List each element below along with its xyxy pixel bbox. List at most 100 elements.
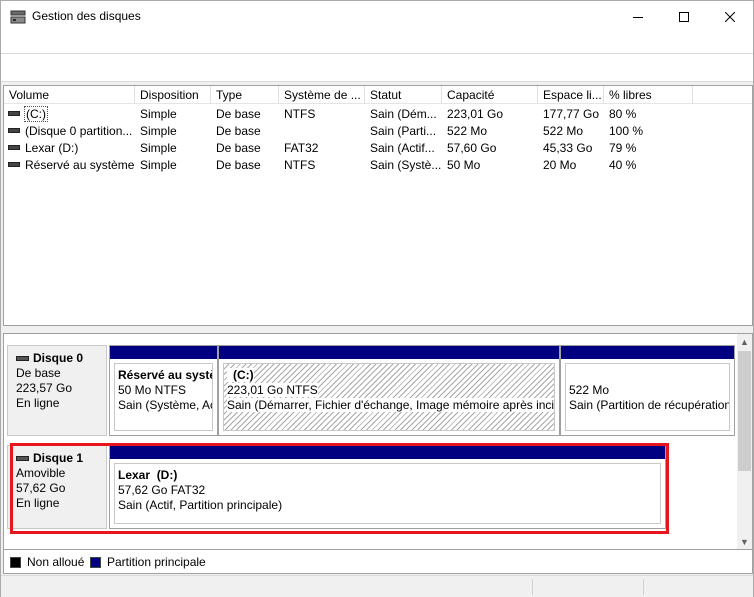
column-header-free-space[interactable]: Espace li... bbox=[538, 86, 604, 104]
minimize-button[interactable] bbox=[615, 1, 661, 32]
partition-band bbox=[219, 346, 559, 359]
volume-status: Sain (Actif... bbox=[370, 141, 435, 155]
legend: Non alloué Partition principale bbox=[3, 550, 753, 574]
volume-status: Sain (Parti... bbox=[370, 124, 437, 138]
scroll-up-button[interactable]: ▲ bbox=[737, 334, 752, 349]
volume-name: Lexar (D:) bbox=[25, 141, 79, 155]
volume-free-space: 20 Mo bbox=[543, 158, 577, 172]
partition-system-reserved[interactable]: Réservé au systè 50 Mo NTFS Sain (Systèm… bbox=[109, 345, 218, 436]
volume-type: De base bbox=[216, 124, 261, 138]
column-header-status[interactable]: Statut bbox=[365, 86, 442, 104]
column-header-type[interactable]: Type bbox=[211, 86, 279, 104]
volume-filesystem: FAT32 bbox=[284, 141, 319, 155]
legend-label: Partition principale bbox=[107, 555, 206, 569]
partition-size-fs: 50 Mo NTFS bbox=[118, 383, 187, 397]
partition-size-fs: 57,62 Go FAT32 bbox=[118, 483, 206, 497]
maximize-button[interactable] bbox=[661, 1, 707, 32]
scroll-down-button[interactable]: ▼ bbox=[737, 534, 752, 549]
disk-row-0[interactable]: Disque 0 De base 223,57 Go En ligne Rése… bbox=[5, 345, 737, 438]
volume-percent-free: 79 % bbox=[609, 141, 637, 155]
maximize-icon bbox=[679, 11, 689, 22]
disk-state: En ligne bbox=[16, 396, 60, 410]
disk-icon bbox=[16, 356, 29, 361]
volume-layout: Simple bbox=[140, 158, 177, 172]
volume-status: Sain (Systè... bbox=[370, 158, 441, 172]
partition-size-fs: 223,01 Go NTFS bbox=[227, 383, 318, 397]
volume-row[interactable]: (Disque 0 partition... Simple De base Sa… bbox=[4, 123, 752, 140]
volume-icon bbox=[8, 162, 20, 168]
partition-lexar-d[interactable]: Lexar (D:) 57,62 Go FAT32 Sain (Actif, P… bbox=[109, 445, 666, 529]
minimize-icon bbox=[633, 16, 643, 18]
disk-info-1[interactable]: Disque 1 Amovible 57,62 Go En ligne bbox=[7, 445, 107, 529]
volume-free-space: 45,33 Go bbox=[543, 141, 593, 155]
disk-name: Disque 1 bbox=[33, 451, 84, 465]
volume-percent-free: 80 % bbox=[609, 107, 637, 121]
volume-percent-free: 40 % bbox=[609, 158, 637, 172]
vertical-scrollbar[interactable]: ▲ ▼ bbox=[737, 334, 752, 549]
chevron-up-icon: ▲ bbox=[740, 336, 749, 347]
partition-c-drive[interactable]: (C:) 223,01 Go NTFS Sain (Démarrer, Fich… bbox=[218, 345, 560, 436]
title-bar[interactable]: Gestion des disques bbox=[1, 1, 753, 32]
column-header-capacity[interactable]: Capacité bbox=[442, 86, 538, 104]
partition-status: Sain (Partition de récupération bbox=[569, 398, 730, 412]
partition-band bbox=[110, 346, 217, 359]
volume-percent-free: 100 % bbox=[609, 124, 644, 138]
volume-type: De base bbox=[216, 141, 261, 155]
partition-status: Sain (Système, Ac bbox=[118, 398, 213, 412]
volume-layout: Simple bbox=[140, 141, 177, 155]
disk-kind: Amovible bbox=[16, 466, 66, 480]
volume-type: De base bbox=[216, 107, 261, 121]
window-title: Gestion des disques bbox=[32, 9, 141, 23]
partition-band bbox=[110, 446, 665, 459]
volume-name: (Disque 0 partition... bbox=[25, 124, 133, 138]
column-header-volume[interactable]: Volume bbox=[4, 86, 135, 104]
volume-list-header: Volume Disposition Type Système de ... S… bbox=[4, 86, 752, 104]
scroll-thumb[interactable] bbox=[738, 351, 751, 471]
column-header-percent-free[interactable]: % libres bbox=[604, 86, 693, 104]
legend-item-unallocated: Non alloué bbox=[10, 555, 84, 569]
disk-row-1[interactable]: Disque 1 Amovible 57,62 Go En ligne Lexa… bbox=[5, 445, 737, 529]
chevron-down-icon: ▼ bbox=[740, 536, 749, 547]
disk-graphical-view[interactable]: Disque 0 De base 223,57 Go En ligne Rése… bbox=[3, 333, 753, 550]
volume-capacity: 57,60 Go bbox=[447, 141, 497, 155]
partition-title bbox=[569, 368, 725, 383]
disk-kind: De base bbox=[16, 366, 61, 380]
partition-status: Sain (Actif, Partition principale) bbox=[118, 498, 283, 512]
legend-swatch bbox=[90, 556, 101, 568]
volume-filesystem: NTFS bbox=[284, 107, 316, 121]
volume-row[interactable]: (C:) Simple De base NTFS Sain (Dém... 22… bbox=[4, 106, 752, 123]
partition-selected-hatch: (C:) 223,01 Go NTFS Sain (Démarrer, Fich… bbox=[223, 363, 555, 431]
volume-layout: Simple bbox=[140, 124, 177, 138]
partition-status: Sain (Démarrer, Fichier d'échange, Image… bbox=[227, 398, 554, 412]
volume-capacity: 522 Mo bbox=[447, 124, 488, 138]
partition-title: (C:) bbox=[227, 368, 254, 382]
column-header-filesystem[interactable]: Système de ... bbox=[279, 86, 365, 104]
partition-size-fs: 522 Mo bbox=[569, 383, 610, 397]
partition-recovery[interactable]: 522 Mo Sain (Partition de récupération bbox=[560, 345, 735, 436]
disk-icon bbox=[16, 456, 29, 461]
close-button[interactable] bbox=[707, 1, 753, 32]
volume-free-space: 522 Mo bbox=[543, 124, 584, 138]
volume-row[interactable]: Réservé au système Simple De base NTFS S… bbox=[4, 157, 752, 174]
legend-label: Non alloué bbox=[27, 555, 85, 569]
volume-row[interactable]: Lexar (D:) Simple De base FAT32 Sain (Ac… bbox=[4, 140, 752, 157]
disk-management-window: Gestion des disques Volume Disposition T… bbox=[0, 0, 754, 597]
column-header-disposition[interactable]: Disposition bbox=[135, 86, 211, 104]
volume-icon bbox=[8, 111, 20, 117]
partition-band bbox=[561, 346, 734, 359]
toolbar bbox=[1, 54, 753, 82]
disk-state: En ligne bbox=[16, 496, 60, 510]
partition-title: Réservé au systè bbox=[118, 368, 213, 382]
volume-capacity: 223,01 Go bbox=[447, 107, 504, 121]
disk-management-icon bbox=[10, 10, 26, 24]
disk-info-0[interactable]: Disque 0 De base 223,57 Go En ligne bbox=[7, 345, 107, 436]
disk-size: 223,57 Go bbox=[16, 381, 73, 395]
volume-list[interactable]: Volume Disposition Type Système de ... S… bbox=[3, 85, 753, 326]
volume-icon bbox=[8, 128, 20, 134]
disk-name: Disque 0 bbox=[33, 351, 84, 365]
legend-swatch bbox=[10, 556, 21, 568]
menu-bar bbox=[1, 32, 753, 54]
partition-title: Lexar (D:) bbox=[118, 468, 178, 482]
volume-layout: Simple bbox=[140, 107, 177, 121]
legend-item-primary-partition: Partition principale bbox=[90, 555, 206, 569]
